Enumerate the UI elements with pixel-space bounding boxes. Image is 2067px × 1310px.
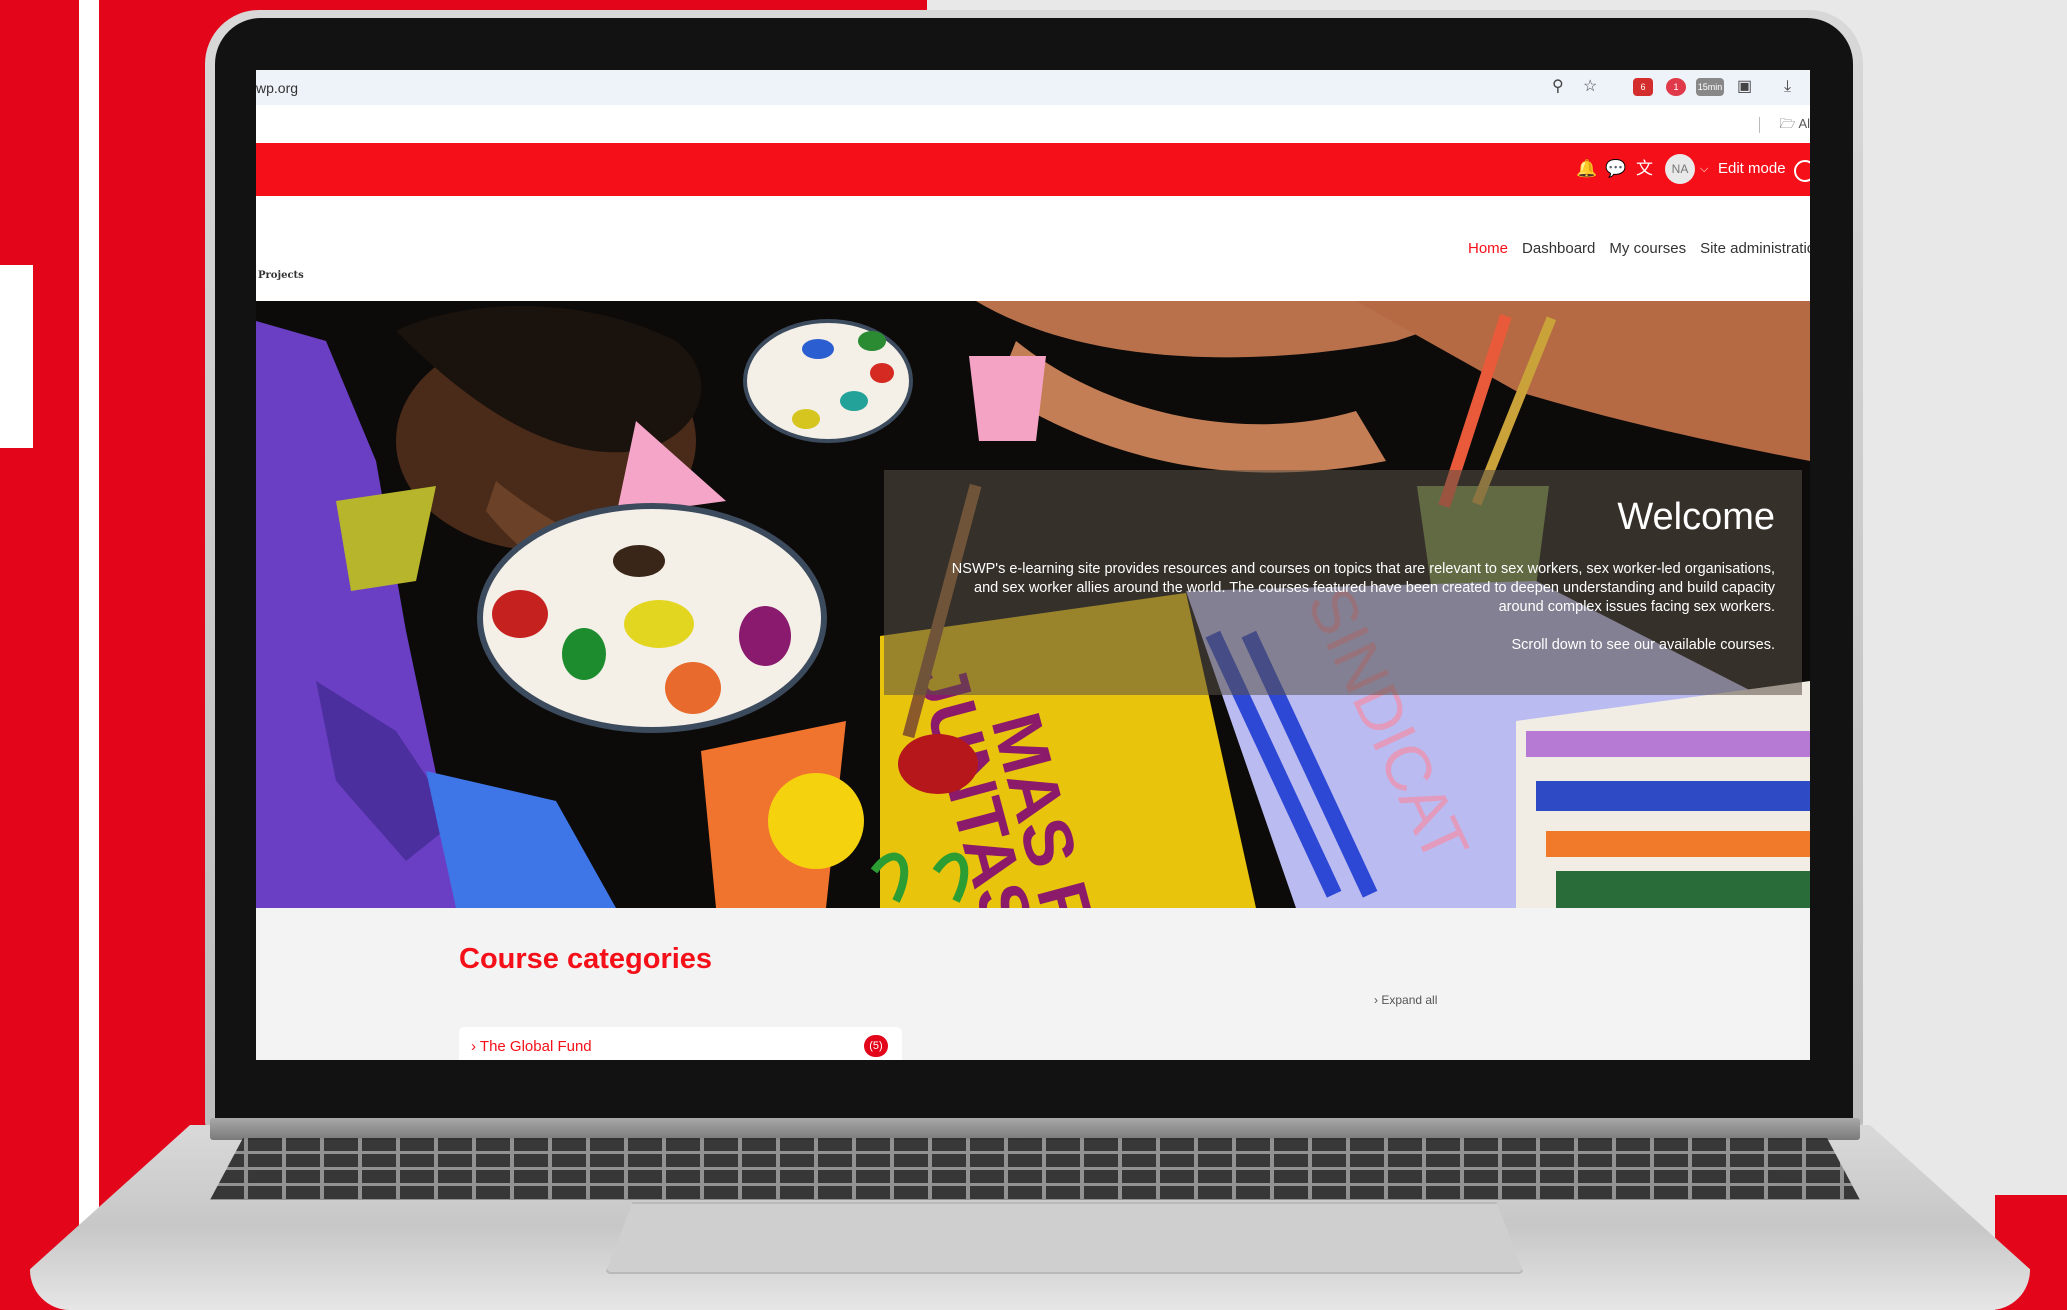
laptop-keyboard xyxy=(210,1138,1860,1200)
bookmarks-bar: 🗁 Al xyxy=(256,105,1810,143)
zoom-icon[interactable]: ⚲ xyxy=(1552,78,1564,96)
category-link[interactable]: › The Global Fund xyxy=(471,1038,592,1055)
background-white-stripe xyxy=(79,0,99,1310)
chevron-down-icon[interactable]: ⌵ xyxy=(1700,159,1708,179)
menu-item-home[interactable]: Home xyxy=(1468,240,1508,257)
extension-calendar-icon[interactable]: 6 xyxy=(1633,78,1653,96)
expand-all-link[interactable]: › Expand all xyxy=(1374,993,1437,1007)
download-icon[interactable]: ⤓ xyxy=(1784,78,1791,96)
course-categories-section: Course categories › Expand all › The Glo… xyxy=(256,908,1810,1060)
all-bookmarks-folder[interactable]: 🗁 Al xyxy=(1779,115,1810,137)
welcome-title: Welcome xyxy=(1617,496,1775,538)
url-text[interactable]: wp.org xyxy=(256,80,298,96)
notifications-bell-icon[interactable]: 🔔 xyxy=(1576,159,1597,179)
site-header: Projects Home Dashboard My courses Site … xyxy=(256,196,1810,301)
laptop-trackpad xyxy=(605,1202,1524,1274)
laptop-hinge xyxy=(210,1118,1860,1140)
address-bar[interactable]: wp.org ⚲ ☆ 6 1 15min ▣ ⤓ xyxy=(256,70,1810,105)
category-card[interactable]: › The Global Fund (5) xyxy=(459,1027,902,1060)
folder-icon: 🗁 xyxy=(1779,116,1796,131)
primary-menu: Home Dashboard My courses Site administr… xyxy=(1468,240,1810,257)
messages-icon[interactable]: 💬 xyxy=(1605,159,1626,179)
category-count-badge: (5) xyxy=(864,1035,888,1057)
user-avatar[interactable]: NA xyxy=(1665,154,1695,184)
edit-mode-toggle[interactable] xyxy=(1794,160,1810,182)
hero-banner: MAS FUE JUNTAS SINDICAT Welcome NSWP's e… xyxy=(256,301,1810,908)
chevron-right-icon: › xyxy=(471,1038,476,1055)
edit-mode-label: Edit mode xyxy=(1718,160,1786,177)
menu-item-dashboard[interactable]: Dashboard xyxy=(1522,240,1595,257)
background-red-left xyxy=(0,0,79,1310)
menu-item-my-courses[interactable]: My courses xyxy=(1609,240,1686,257)
background-white-card xyxy=(0,265,33,448)
menu-item-site-administration[interactable]: Site administratic xyxy=(1700,240,1810,257)
laptop-screen: wp.org ⚲ ☆ 6 1 15min ▣ ⤓ 🗁 Al 🔔 💬 文 NA ⌵… xyxy=(256,70,1810,1060)
extensions-puzzle-icon[interactable]: ▣ xyxy=(1737,78,1752,96)
course-categories-heading: Course categories xyxy=(459,943,713,975)
bookmarks-divider xyxy=(1759,117,1760,133)
welcome-scroll-note: Scroll down to see our available courses… xyxy=(1511,637,1775,653)
site-logo[interactable]: Projects xyxy=(258,270,304,281)
language-icon[interactable]: 文 xyxy=(1636,159,1653,179)
chevron-right-icon: › xyxy=(1374,993,1378,1007)
bookmark-star-icon[interactable]: ☆ xyxy=(1583,78,1597,96)
extension-badge-icon[interactable]: 1 xyxy=(1666,78,1686,96)
extension-timer-icon[interactable]: 15min xyxy=(1696,78,1724,96)
site-topnav: 🔔 💬 文 NA ⌵ Edit mode xyxy=(256,143,1810,196)
welcome-description: NSWP's e-learning site provides resource… xyxy=(951,561,1775,615)
